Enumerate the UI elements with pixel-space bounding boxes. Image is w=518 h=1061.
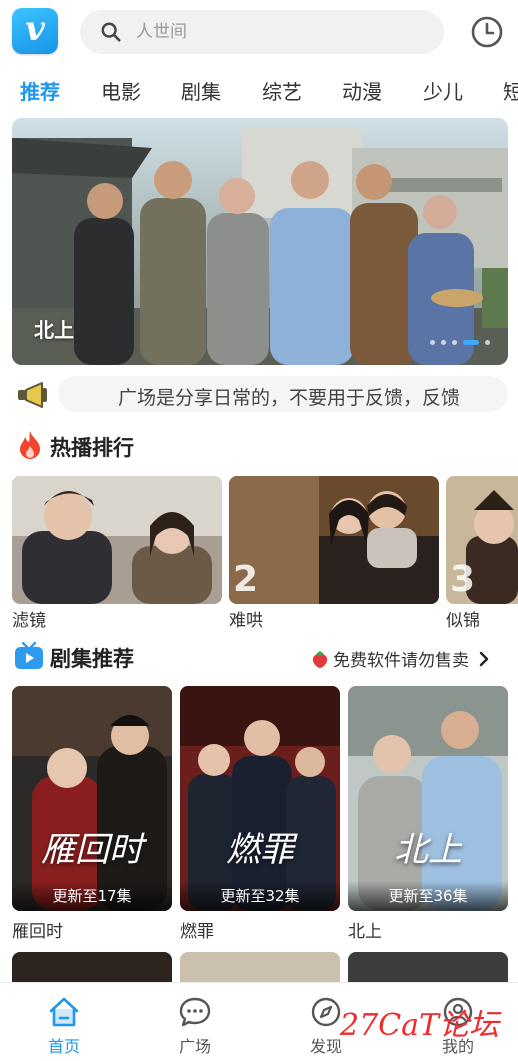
ranking-title: 难哄	[229, 611, 263, 631]
series-poster-next[interactable]	[12, 952, 172, 986]
episode-update-label: 更新至17集	[12, 881, 172, 911]
poster-image	[348, 686, 508, 911]
poster-art-title: 燃罪	[226, 830, 294, 870]
ranking-title: 似锦	[446, 611, 480, 631]
category-tabs: 推荐 电影 剧集 综艺 动漫 少儿 短	[0, 70, 518, 110]
poster-art-title: 北上	[394, 830, 462, 870]
featured-banner[interactable]: 北上	[12, 118, 508, 365]
history-clock-icon[interactable]	[470, 15, 504, 49]
pagination-dot	[441, 340, 446, 345]
ranking-card-2[interactable]: 2	[229, 476, 439, 604]
poster-art-title: 雁回时	[41, 830, 143, 870]
tab-kids[interactable]: 少儿	[423, 76, 463, 105]
episode-update-label: 更新至36集	[348, 881, 508, 911]
poster-image	[12, 686, 172, 911]
pagination-dot	[430, 340, 435, 345]
banner-title: 北上	[34, 318, 74, 342]
tab-shorts[interactable]: 短	[503, 76, 518, 105]
chevron-right-icon	[479, 651, 489, 666]
pagination-dot	[485, 340, 490, 345]
watermark-text: 27CaT论坛	[340, 1008, 500, 1043]
series-tip-text: 免费软件请勿售卖	[333, 651, 469, 671]
series-poster-2[interactable]: 燃罪 更新至32集	[180, 686, 340, 911]
series-poster-next[interactable]	[180, 952, 340, 986]
series-more-link[interactable]: 免费软件请勿售卖	[310, 646, 493, 671]
tab-variety[interactable]: 综艺	[262, 76, 302, 105]
pagination-dot	[452, 340, 457, 345]
nav-square[interactable]: 广场	[155, 995, 235, 1057]
series-title: 燃罪	[180, 922, 214, 942]
series-title: 雁回时	[12, 922, 63, 942]
nav-home[interactable]: 首页	[24, 995, 104, 1057]
tab-series[interactable]: 剧集	[181, 76, 221, 105]
ranking-poster	[12, 476, 222, 604]
megaphone-icon	[18, 382, 47, 408]
series-title: 北上	[348, 922, 382, 942]
ranking-title: 滤镜	[12, 611, 46, 631]
strawberry-icon	[312, 650, 328, 668]
compass-icon	[311, 997, 341, 1027]
episode-update-label: 更新至32集	[180, 881, 340, 911]
tab-recommend[interactable]: 推荐	[20, 76, 60, 105]
ranking-card-3[interactable]: 3	[446, 476, 518, 604]
fire-icon	[20, 431, 40, 459]
notice-text: 广场是分享日常的，不要用于反馈，反馈	[118, 387, 461, 409]
ranking-number: 2	[233, 559, 259, 600]
nav-label: 首页	[47, 1037, 80, 1056]
search-bar[interactable]	[80, 10, 444, 54]
ranking-poster	[229, 476, 439, 604]
tab-movies[interactable]: 电影	[101, 76, 141, 105]
hot-ranking-title: 热播排行	[50, 436, 134, 460]
tab-anime[interactable]: 动漫	[342, 76, 382, 105]
search-icon	[101, 22, 121, 42]
tv-icon	[15, 642, 43, 669]
home-icon	[49, 997, 79, 1027]
ranking-number: 3	[450, 559, 476, 600]
notice-marquee[interactable]: 广场是分享日常的，不要用于反馈，反馈	[58, 376, 508, 412]
series-poster-1[interactable]: 雁回时 更新至17集	[12, 686, 172, 911]
nav-label: 广场	[178, 1037, 211, 1056]
ranking-card-1[interactable]	[12, 476, 222, 604]
poster-image	[180, 686, 340, 911]
banner-pagination	[430, 340, 490, 345]
series-poster-next[interactable]	[348, 952, 508, 986]
search-input[interactable]	[134, 21, 398, 43]
series-poster-3[interactable]: 北上 更新至36集	[348, 686, 508, 911]
pagination-dot-active	[463, 340, 479, 345]
chat-bubble-icon	[179, 997, 211, 1027]
app-logo: v	[12, 8, 58, 54]
series-recommend-title: 剧集推荐	[50, 647, 134, 671]
banner-image	[12, 118, 508, 365]
